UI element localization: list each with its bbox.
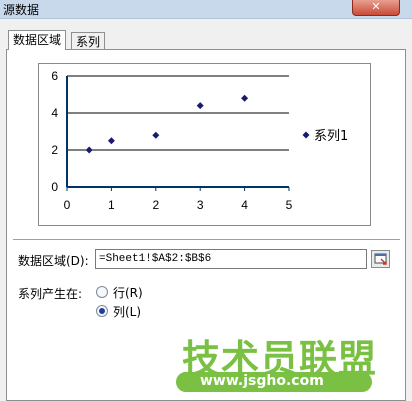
watermark-logo: 技术员联盟 www.jsgho.com bbox=[168, 328, 408, 396]
tab-data-range[interactable]: 数据区域 bbox=[8, 30, 67, 50]
range-input[interactable]: =Sheet1!$A$2:$B$6 bbox=[95, 249, 367, 269]
y-tick-label: 4 bbox=[51, 106, 58, 120]
watermark-url: www.jsgho.com bbox=[200, 373, 324, 389]
title-bar: 源数据 ✕ bbox=[0, 0, 412, 19]
window-title: 源数据 bbox=[3, 3, 40, 17]
plot-area bbox=[67, 76, 289, 187]
chart-preview: 0 2 4 6 0 1 2 3 4 5 系列1 bbox=[38, 63, 371, 226]
close-button[interactable]: ✕ bbox=[352, 0, 400, 16]
legend-marker bbox=[302, 131, 310, 139]
x-tick-label: 3 bbox=[197, 198, 204, 212]
rows-radio-label[interactable]: 行(R) bbox=[113, 284, 143, 301]
series-in-label: 系列产生在: bbox=[18, 287, 83, 301]
scatter-chart: 0 2 4 6 0 1 2 3 4 5 系列1 bbox=[51, 69, 348, 212]
close-icon: ✕ bbox=[371, 0, 381, 13]
tab-data-range-label: 数据区域 bbox=[13, 33, 62, 47]
legend-label: 系列1 bbox=[314, 129, 348, 144]
cols-radio-label[interactable]: 列(L) bbox=[113, 303, 141, 320]
range-label: 数据区域(D): bbox=[18, 254, 89, 268]
y-tick-label: 0 bbox=[51, 180, 58, 194]
range-value: =Sheet1!$A$2:$B$6 bbox=[99, 253, 212, 265]
cols-radio[interactable] bbox=[96, 305, 108, 317]
rows-radio[interactable] bbox=[96, 286, 108, 298]
tab-series-label: 系列 bbox=[76, 35, 101, 49]
y-tick-label: 2 bbox=[51, 143, 58, 157]
tab-series[interactable]: 系列 bbox=[71, 32, 106, 50]
radio-selected-dot bbox=[99, 308, 105, 314]
separator bbox=[13, 239, 400, 241]
x-tick-label: 2 bbox=[152, 198, 159, 212]
collapse-dialog-icon bbox=[374, 253, 387, 265]
x-tick-label: 4 bbox=[241, 198, 248, 212]
y-tick-label: 6 bbox=[51, 69, 58, 83]
watermark-url-pill: www.jsgho.com bbox=[176, 372, 372, 392]
collapse-dialog-button[interactable] bbox=[371, 250, 390, 268]
x-tick-label: 0 bbox=[64, 198, 71, 212]
x-tick-label: 5 bbox=[286, 198, 293, 212]
x-tick-label: 1 bbox=[108, 198, 115, 212]
